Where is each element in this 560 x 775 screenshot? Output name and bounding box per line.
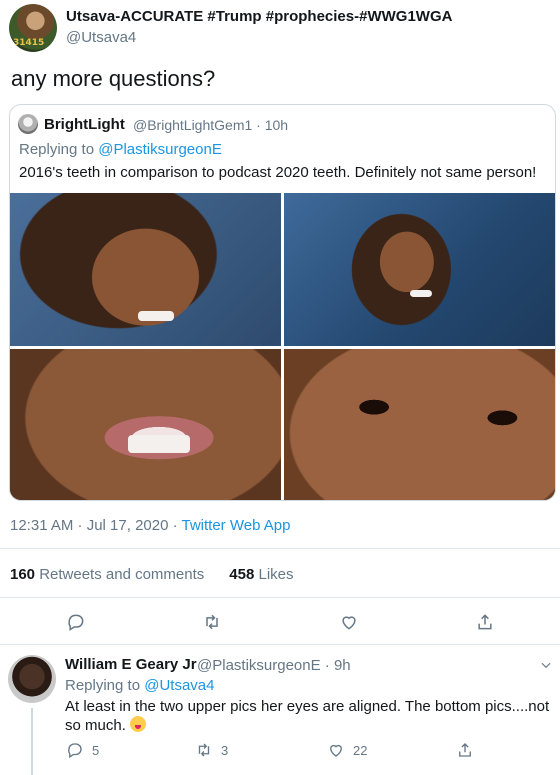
reply-replying-to: Replying to @Utsava4 <box>65 677 214 694</box>
reply-icon <box>68 614 84 631</box>
zany-face-emoji <box>130 716 147 732</box>
photo-teeth-detail <box>128 435 190 453</box>
quoted-tweet-card[interactable]: BrightLight @BrightLightGem1 · 10h Reply… <box>9 104 556 501</box>
author-avatar[interactable]: 31415 <box>9 4 57 52</box>
retweet-icon <box>206 614 218 630</box>
retweet-count: 3 <box>221 742 229 758</box>
reply-share-button[interactable] <box>456 741 474 759</box>
share-icon <box>459 743 471 757</box>
retweets-label: Retweets and comments <box>35 566 205 583</box>
retweets-stat[interactable]: 160 Retweets and comments <box>10 566 204 583</box>
like-count: 22 <box>353 742 368 758</box>
timestamp-text[interactable]: 12:31 AM · Jul 17, 2020 · <box>10 517 182 534</box>
heart-icon <box>342 616 356 630</box>
quoted-replying-to: Replying to @PlastiksurgeonE <box>19 141 222 158</box>
retweet-button[interactable] <box>201 611 223 633</box>
retweet-icon <box>198 743 210 757</box>
reply-author-handle[interactable]: @PlastiksurgeonE · 9h <box>197 657 351 674</box>
photo-bottom-left[interactable] <box>10 349 281 500</box>
photo-teeth-detail <box>138 311 174 321</box>
reply-like-button[interactable]: 22 <box>327 741 367 759</box>
divider <box>0 644 560 645</box>
photo-top-right[interactable] <box>284 193 555 346</box>
reply-author-avatar[interactable] <box>8 655 56 703</box>
quoted-author-name: BrightLight <box>44 116 125 133</box>
avatar-badge-text: 31415 <box>13 38 45 48</box>
reply-button[interactable] <box>65 611 87 633</box>
divider <box>0 597 560 598</box>
photo-top-left[interactable] <box>10 193 281 346</box>
likes-label: Likes <box>254 566 294 583</box>
quoted-author-handle: @BrightLightGem1 · 10h <box>133 117 289 133</box>
heart-icon <box>330 744 342 757</box>
replying-prefix: Replying to <box>19 141 99 158</box>
retweets-count: 160 <box>10 566 36 583</box>
tweet-timestamp: 12:31 AM · Jul 17, 2020 · Twitter Web Ap… <box>10 517 290 534</box>
replying-to-link[interactable]: @Utsava4 <box>144 677 214 694</box>
photo-bottom-right[interactable] <box>284 349 555 500</box>
photo-teeth-detail <box>410 290 432 297</box>
quoted-author-avatar <box>18 114 38 134</box>
author-name[interactable]: Utsava-ACCURATE #Trump #prophecies-#WWG1… <box>66 8 452 25</box>
reply-retweet-button[interactable]: 3 <box>195 741 228 759</box>
reply-author-name[interactable]: William E Geary Jr <box>65 656 197 673</box>
replying-prefix: Replying to <box>65 677 145 694</box>
author-handle[interactable]: @Utsava4 <box>66 29 136 46</box>
reply-reply-button[interactable]: 5 <box>66 741 99 759</box>
reply-text: At least in the two upper pics her eyes … <box>65 697 555 735</box>
share-button[interactable] <box>474 611 496 633</box>
likes-stat[interactable]: 458 Likes <box>229 566 293 583</box>
tweet-stats: 160 Retweets and comments 458 Likes <box>10 566 294 583</box>
tweet-text: any more questions? <box>11 66 216 91</box>
replying-to-link[interactable]: @PlastiksurgeonE <box>98 141 222 158</box>
reply-count: 5 <box>92 742 100 758</box>
source-app-link[interactable]: Twitter Web App <box>182 517 291 534</box>
share-icon <box>478 614 492 630</box>
chevron-down-icon[interactable] <box>539 658 553 672</box>
quoted-tweet-text: 2016's teeth in comparison to podcast 20… <box>19 164 537 181</box>
like-button[interactable] <box>338 611 360 633</box>
likes-count: 458 <box>229 566 255 583</box>
divider <box>0 548 560 549</box>
thread-line <box>31 708 33 775</box>
reply-icon <box>68 743 82 758</box>
